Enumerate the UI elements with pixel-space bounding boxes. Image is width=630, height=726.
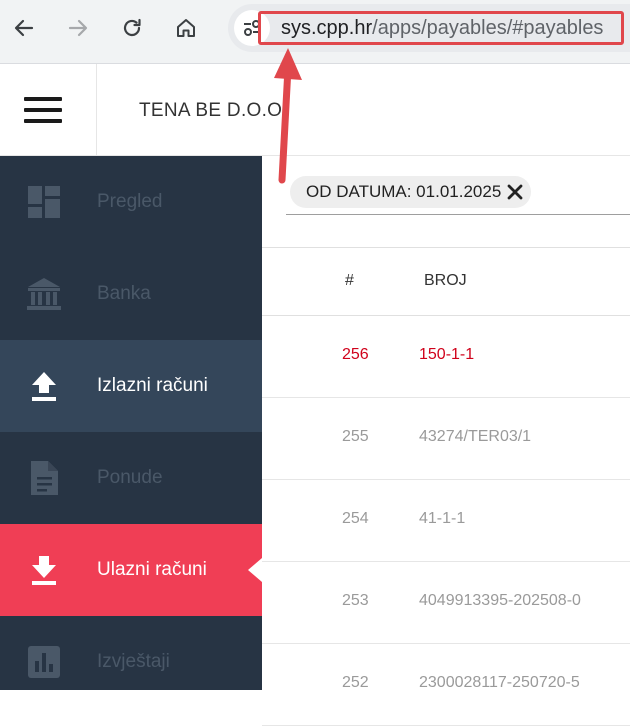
close-icon[interactable] xyxy=(507,184,523,200)
sidebar-item-label: Ponude xyxy=(97,467,163,488)
dashboard-icon xyxy=(26,184,62,220)
row-number: 254 xyxy=(342,510,369,527)
row-number: 252 xyxy=(342,674,369,691)
reload-button[interactable] xyxy=(114,10,150,46)
back-button[interactable] xyxy=(6,10,42,46)
sidebar-item-pregled[interactable]: Pregled xyxy=(0,156,262,248)
upload-icon xyxy=(26,368,62,404)
url-host: sys.cpp.hr xyxy=(281,17,373,39)
active-indicator xyxy=(248,558,262,582)
document-icon xyxy=(26,460,62,496)
sidebar-item-ulazni-racuni[interactable]: Ulazni računi xyxy=(0,524,262,616)
date-filter-label: OD DATUMA: 01.01.2025 xyxy=(306,182,502,201)
table-row[interactable]: 254 41-1-1 xyxy=(262,480,630,562)
header-divider xyxy=(96,64,97,156)
url-path: /apps/payables/#payables xyxy=(372,17,604,39)
sidebar-item-label: Ulazni računi xyxy=(97,559,207,580)
row-broj: 150-1-1 xyxy=(419,346,475,363)
back-icon xyxy=(14,19,34,37)
home-button[interactable] xyxy=(168,10,204,46)
sidebar-item-ponude[interactable]: Ponude xyxy=(0,432,262,524)
sidebar-item-banka[interactable]: Banka xyxy=(0,248,262,340)
download-icon xyxy=(26,552,62,588)
sidebar-item-label: Pregled xyxy=(97,191,163,212)
chart-icon xyxy=(26,644,62,680)
forward-icon xyxy=(68,19,88,37)
row-number: 256 xyxy=(342,346,369,363)
sidebar-item-label: Izvještaji xyxy=(97,651,170,672)
table-row[interactable]: 253 4049913395-202508-0 xyxy=(262,562,630,644)
reload-icon xyxy=(123,18,141,37)
sidebar-item-label: Izlazni računi xyxy=(97,375,208,396)
menu-icon[interactable] xyxy=(24,97,62,123)
sidebar-item-izvjestaji[interactable]: Izvještaji xyxy=(0,616,262,708)
sidebar-item-izlazni-racuni[interactable]: Izlazni računi xyxy=(0,340,262,432)
forward-button[interactable] xyxy=(60,10,96,46)
home-icon xyxy=(177,19,195,37)
row-number: 253 xyxy=(342,592,369,609)
column-header-number[interactable]: # xyxy=(345,272,354,290)
column-header-broj[interactable]: BROJ xyxy=(424,272,467,290)
row-number: 255 xyxy=(342,428,369,445)
table-row[interactable]: 255 43274/TER03/1 xyxy=(262,398,630,480)
sidebar: Pregled Banka Izlazni računi Ponude Ulaz… xyxy=(0,156,262,690)
filter-input-underline xyxy=(286,214,630,215)
row-broj: 43274/TER03/1 xyxy=(419,428,532,445)
table-header: # BROJ xyxy=(262,248,630,316)
table-row[interactable]: 256 150-1-1 xyxy=(262,316,630,398)
date-filter-chip[interactable]: OD DATUMA: 01.01.2025 xyxy=(290,176,532,208)
sidebar-item-label: Banka xyxy=(97,283,151,304)
row-broj: 4049913395-202508-0 xyxy=(419,592,581,609)
row-broj: 41-1-1 xyxy=(419,510,466,527)
row-broj: 2300028117-250720-5 xyxy=(419,674,580,691)
bank-icon xyxy=(26,276,62,312)
annotation-arrow-icon xyxy=(274,48,302,184)
table-row[interactable]: 252 2300028117-250720-5 xyxy=(262,644,630,726)
